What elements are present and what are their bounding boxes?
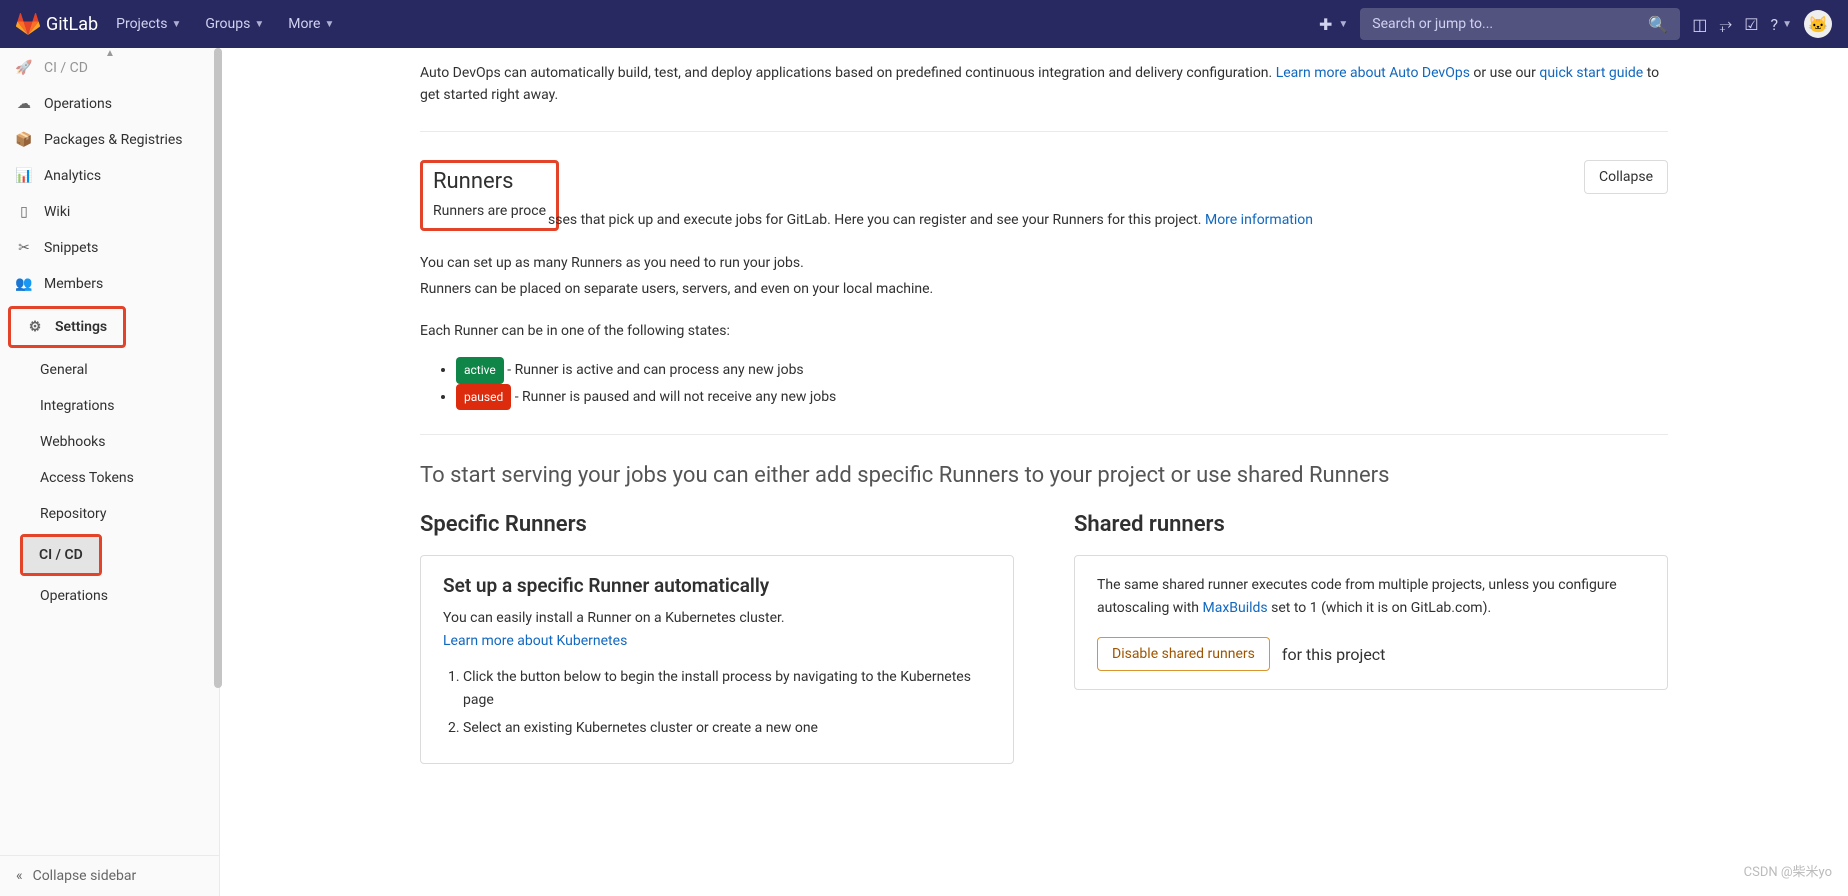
sidebar-sub-access-tokens[interactable]: Access Tokens [0,460,219,496]
help-icon[interactable]: ? ▼ [1771,15,1792,34]
more-info-link[interactable]: More information [1205,212,1313,228]
collapse-runners-button[interactable]: Collapse [1584,160,1668,194]
specific-card-title: Set up a specific Runner automatically [443,574,991,597]
gitlab-logo[interactable]: GitLab [16,12,98,36]
runners-title-highlight: Runners Runners are proce [420,160,559,231]
disable-shared-runners-button[interactable]: Disable shared runners [1097,637,1270,671]
sidebar-item-settings[interactable]: ⚙Settings [11,309,123,345]
sidebar-sub-general[interactable]: General [0,352,219,388]
shared-desc: The same shared runner executes code fro… [1097,574,1645,619]
chevron-down-icon: ▼ [171,19,181,30]
sidebar-item-analytics[interactable]: 📊Analytics [0,158,219,194]
top-header: GitLab Projects▼ Groups▼ More▼ ✚ ▼ 🔍 ◫ ⥅… [0,0,1848,48]
nav-projects[interactable]: Projects▼ [106,8,191,40]
sidebar-sub-cicd[interactable]: CI / CD [23,537,99,573]
chevron-down-icon: ▼ [324,19,334,30]
learn-kubernetes-link[interactable]: Learn more about Kubernetes [443,633,627,649]
sidebar-sub-repository[interactable]: Repository [0,496,219,532]
plus-icon[interactable]: ✚ ▼ [1319,15,1348,34]
state-active-row: active - Runner is active and can proces… [456,357,1668,384]
runners-columns: Specific Runners Set up a specific Runne… [420,512,1668,764]
shared-runners-col: Shared runners The same shared runner ex… [1074,512,1668,764]
merge-requests-icon[interactable]: ⥅ [1719,14,1732,34]
cloud-icon: ☁ [16,96,32,112]
gear-icon: ⚙ [27,319,43,335]
specific-title: Specific Runners [420,512,1014,537]
tanuki-icon [16,12,40,36]
todos-icon[interactable]: ☑ [1744,15,1758,34]
specific-card: Set up a specific Runner automatically Y… [420,555,1014,764]
sidebar-sub-integrations[interactable]: Integrations [0,388,219,424]
shared-card: The same shared runner executes code fro… [1074,555,1668,690]
watermark: CSDN @柴米yo [1744,861,1832,880]
runners-p2: Runners can be placed on separate users,… [420,278,1668,300]
quick-start-link[interactable]: quick start guide [1539,65,1643,81]
user-avatar[interactable]: 🐱 [1804,10,1832,38]
scroll-up-hint: ▲ [0,48,220,59]
chevron-left-icon: « [16,868,23,884]
sidebar-sub-operations[interactable]: Operations [0,578,219,614]
active-badge: active [456,357,504,384]
chart-icon: 📊 [16,168,32,184]
shared-after-text: for this project [1282,645,1386,664]
book-icon: ▯ [16,204,32,220]
issues-icon[interactable]: ◫ [1692,15,1707,34]
nav-more[interactable]: More▼ [278,8,344,40]
main-content: Auto DevOps can automatically build, tes… [220,48,1848,804]
runners-desc: sses that pick up and execute jobs for G… [548,209,1313,231]
runners-section: Runners Runners are proce sses that pick… [420,160,1668,436]
step-2: Select an existing Kubernetes cluster or… [463,717,991,739]
state-paused-row: paused - Runner is paused and will not r… [456,384,1668,411]
search-icon[interactable]: 🔍 [1648,15,1668,34]
runners-desc-partial: Runners are proce [433,200,546,222]
nav-groups[interactable]: Groups▼ [195,8,274,40]
sidebar-item-packages[interactable]: 📦Packages & Registries [0,122,219,158]
sidebar-sub-webhooks[interactable]: Webhooks [0,424,219,460]
users-icon: 👥 [16,276,32,292]
shared-title: Shared runners [1074,512,1668,537]
paused-badge: paused [456,384,511,411]
scissors-icon: ✂ [16,240,32,256]
sidebar-scrollbar[interactable] [214,48,222,688]
sidebar: 🚀CI / CD ☁Operations 📦Packages & Registr… [0,48,220,896]
header-right: ✚ ▼ 🔍 ◫ ⥅ ☑ ? ▼ 🐱 [1319,8,1832,40]
specific-steps: Click the button below to begin the inst… [463,666,991,739]
maxbuilds-link[interactable]: MaxBuilds [1203,600,1268,616]
chevron-down-icon: ▼ [254,19,264,30]
rocket-icon: 🚀 [16,60,32,76]
sidebar-item-operations[interactable]: ☁Operations [0,86,219,122]
devops-description: Auto DevOps can automatically build, tes… [420,62,1668,107]
serving-heading: To start serving your jobs you can eithe… [420,463,1668,488]
runners-p3: Each Runner can be in one of the followi… [420,320,1668,342]
brand-text: GitLab [46,14,98,35]
sidebar-item-members[interactable]: 👥Members [0,266,219,302]
runners-p1: You can set up as many Runners as you ne… [420,252,1668,274]
top-nav: Projects▼ Groups▼ More▼ [106,8,344,40]
auto-devops-section: Auto DevOps can automatically build, tes… [420,62,1668,132]
runner-states-list: active - Runner is active and can proces… [456,357,1668,411]
specific-card-desc: You can easily install a Runner on a Kub… [443,607,991,652]
sidebar-item-snippets[interactable]: ✂Snippets [0,230,219,266]
search-box[interactable]: 🔍 [1360,8,1680,40]
step-1: Click the button below to begin the inst… [463,666,991,711]
search-input[interactable] [1372,16,1648,32]
collapse-sidebar-button[interactable]: « Collapse sidebar [0,855,219,896]
learn-auto-devops-link[interactable]: Learn more about Auto DevOps [1276,65,1470,81]
sidebar-item-wiki[interactable]: ▯Wiki [0,194,219,230]
package-icon: 📦 [16,132,32,148]
specific-runners-col: Specific Runners Set up a specific Runne… [420,512,1014,764]
runners-title: Runners [433,169,546,194]
